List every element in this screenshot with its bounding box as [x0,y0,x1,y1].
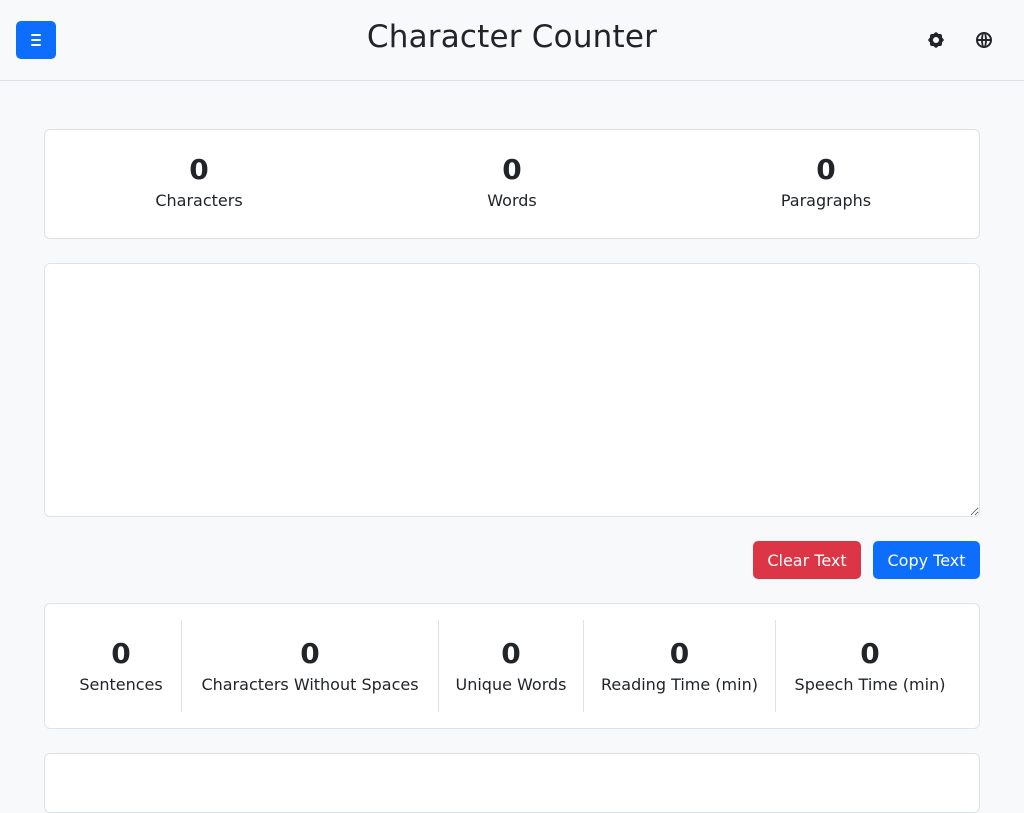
stat-words: 0 Words [412,150,612,212]
additional-card [44,753,980,813]
stat-label: Unique Words [455,675,567,694]
globe-icon [976,32,992,48]
stat-value: 0 [189,153,209,186]
stat-label: Sentences [79,675,163,694]
stat-unique-words: 0 Unique Words [439,620,584,712]
stat-label: Characters [155,191,243,210]
stat-value: 0 [111,637,131,670]
primary-stats-card: 0 Characters 0 Words 0 Paragraphs [44,129,980,239]
stat-label: Speech Time (min) [794,675,946,694]
stat-reading-time: 0 Reading Time (min) [584,620,776,712]
clear-text-button[interactable]: Clear Text [753,541,861,579]
language-button[interactable] [972,28,996,52]
stat-value: 0 [502,153,522,186]
stat-sentences: 0 Sentences [61,620,182,712]
stat-label: Characters Without Spaces [201,675,419,694]
gear-icon [927,31,945,49]
gear-icon-hole [933,37,939,43]
stat-label: Reading Time (min) [601,675,758,694]
settings-button[interactable] [924,28,948,52]
stat-value: 0 [669,637,690,670]
secondary-stats-card: 0 Sentences 0 Characters Without Spaces … [44,603,980,729]
copy-text-button[interactable]: Copy Text [873,541,980,579]
stat-characters-without-spaces: 0 Characters Without Spaces [182,620,439,712]
stat-value: 0 [860,637,880,670]
stat-value: 0 [501,637,521,670]
globe-icon-equator [978,39,990,41]
stat-speech-time: 0 Speech Time (min) [776,620,964,712]
stat-label: Paragraphs [780,191,872,210]
stat-value: 0 [816,153,836,186]
text-input[interactable] [44,263,980,517]
stat-label: Words [487,191,537,210]
stat-value: 0 [300,637,320,670]
page-title: Character Counter [366,19,658,55]
top-navbar: Character Counter [0,0,1024,81]
stat-paragraphs: 0 Paragraphs [726,150,926,212]
stat-characters: 0 Characters [99,150,299,212]
